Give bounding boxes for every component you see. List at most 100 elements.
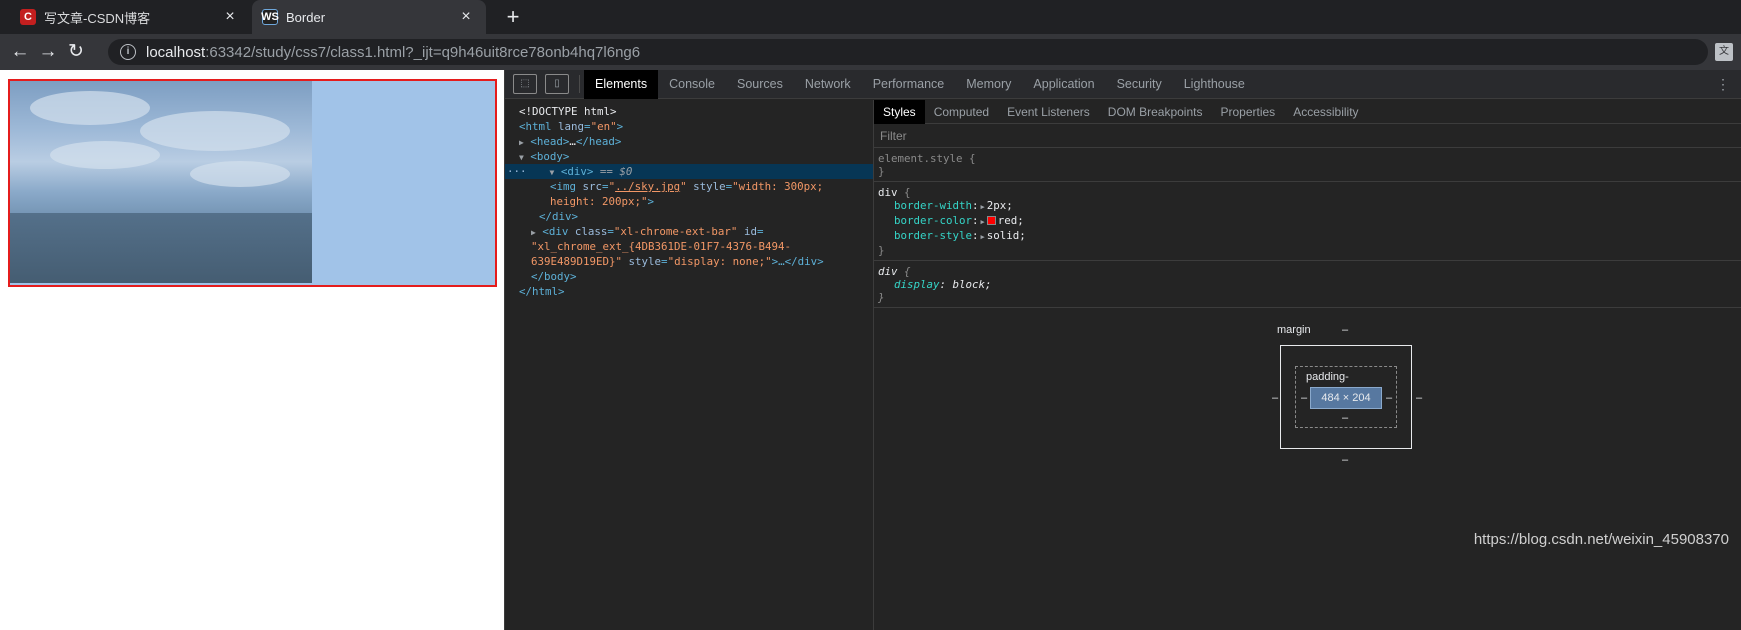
collapse-triangle-icon[interactable]: ▼: [550, 168, 555, 177]
styles-tabbar: Styles Computed Event Listeners DOM Brea…: [874, 99, 1741, 124]
expand-triangle-icon[interactable]: ▶: [981, 203, 985, 211]
close-icon[interactable]: ×: [456, 8, 476, 26]
tab-event-listeners[interactable]: Event Listeners: [998, 100, 1099, 124]
close-icon[interactable]: ×: [220, 8, 240, 26]
attr-value: "xl-chrome-ext-bar": [613, 225, 738, 238]
attr-name: lang: [558, 120, 585, 133]
dom-node-img-cont: height: 200px;">: [505, 194, 873, 209]
tag-text: <div>: [560, 165, 594, 178]
rule-div-ua[interactable]: div { display: block; }: [874, 261, 1741, 308]
tab-network[interactable]: Network: [794, 70, 862, 99]
dom-node-div-close[interactable]: </div>: [505, 209, 873, 224]
expand-triangle-icon[interactable]: ▶: [531, 228, 536, 237]
tab-performance[interactable]: Performance: [862, 70, 956, 99]
dom-node-head[interactable]: ▶ <head>…</head>: [505, 134, 873, 149]
tab-lighthouse[interactable]: Lighthouse: [1173, 70, 1256, 99]
tab-console[interactable]: Console: [658, 70, 726, 99]
margin-label: margin: [1277, 324, 1311, 336]
forward-button[interactable]: →: [36, 41, 60, 63]
padding-right-value[interactable]: –: [1386, 392, 1392, 404]
src-link[interactable]: ../sky.jpg: [615, 180, 680, 193]
tag-text: >…</div>: [771, 255, 824, 268]
css-prop-border-style[interactable]: border-style: ▶ solid;: [878, 229, 1738, 244]
tag-text: <head>: [530, 135, 570, 148]
css-prop-border-color[interactable]: border-color: ▶ red;: [878, 214, 1738, 229]
dollar-zero-text: == $0: [593, 165, 633, 178]
dom-node-body[interactable]: ▼ <body>: [505, 149, 873, 164]
tab-dom-breakpoints[interactable]: DOM Breakpoints: [1099, 100, 1212, 124]
back-button[interactable]: ←: [8, 41, 32, 63]
tab-memory[interactable]: Memory: [955, 70, 1022, 99]
dom-node-div-selected[interactable]: ··· ▼ <div> == $0: [505, 164, 873, 180]
tab-security[interactable]: Security: [1106, 70, 1173, 99]
padding-label: padding-: [1306, 371, 1349, 383]
tag-text: </html>: [519, 285, 565, 298]
margin-bottom-value[interactable]: –: [1342, 454, 1348, 466]
prop-value: red;: [997, 214, 1024, 227]
collapse-triangle-icon[interactable]: ▼: [519, 153, 524, 162]
css-prop-display[interactable]: display: block;: [878, 278, 1738, 291]
rule-selector: element.style {: [878, 152, 976, 165]
cloud-shape: [50, 141, 160, 169]
rule-div-author[interactable]: div { border-width: ▶ 2px; border-color: ▶ r…: [874, 182, 1741, 261]
margin-top-value[interactable]: –: [1342, 324, 1348, 336]
padding-bottom-value[interactable]: –: [1342, 412, 1348, 424]
info-icon[interactable]: i: [120, 44, 136, 60]
styles-filter-input[interactable]: Filter: [874, 124, 1741, 148]
dom-node-ext-div[interactable]: ▶ <div class="xl-chrome-ext-bar" id=: [505, 224, 873, 239]
node-menu-icon[interactable]: ···: [507, 165, 527, 178]
attr-value: "en": [590, 120, 617, 133]
color-swatch-icon[interactable]: [986, 216, 996, 225]
new-tab-button[interactable]: +: [500, 4, 526, 30]
tab-title: Border: [286, 9, 326, 25]
dom-node-doctype[interactable]: <!DOCTYPE html>: [505, 104, 873, 119]
tab-styles[interactable]: Styles: [874, 99, 925, 124]
tag-text: </body>: [531, 270, 577, 283]
dom-node-html-close[interactable]: </html>: [505, 284, 873, 299]
attr-name: style: [628, 255, 662, 268]
more-options-icon[interactable]: ⋮: [1716, 76, 1730, 93]
translate-icon[interactable]: 文: [1715, 43, 1733, 61]
rule-element-style[interactable]: element.style { }: [874, 148, 1741, 182]
tab-application[interactable]: Application: [1022, 70, 1105, 99]
content-size[interactable]: 484 × 204: [1310, 387, 1382, 409]
device-toolbar-icon[interactable]: ▯: [545, 74, 569, 94]
margin-left-value[interactable]: –: [1272, 392, 1278, 404]
attr-value: 639E489D19ED}": [531, 255, 623, 268]
tab-border[interactable]: WS Border ×: [252, 0, 486, 34]
tab-accessibility[interactable]: Accessibility: [1284, 100, 1367, 124]
expand-triangle-icon[interactable]: ▶: [519, 138, 524, 147]
url-host: localhost: [146, 43, 206, 61]
prop-name: border-color: [894, 214, 973, 227]
tab-title: 写文章-CSDN博客: [44, 10, 151, 26]
attr-name: style: [693, 180, 726, 193]
attr-value: "width: 300px;: [732, 180, 824, 193]
margin-right-value[interactable]: –: [1416, 392, 1422, 404]
css-prop-border-width[interactable]: border-width: ▶ 2px;: [878, 199, 1738, 214]
expand-triangle-icon[interactable]: ▶: [981, 218, 985, 226]
tag-text: >: [647, 195, 655, 208]
tab-sources[interactable]: Sources: [726, 70, 794, 99]
browser-toolbar: ← → ↻ i localhost :63342/study/css7/clas…: [0, 34, 1741, 70]
tab-computed[interactable]: Computed: [925, 100, 998, 124]
tab-elements[interactable]: Elements: [584, 69, 659, 99]
watermark-text: https://blog.csdn.net/weixin_45908370: [1473, 531, 1729, 548]
address-bar[interactable]: i localhost :63342/study/css7/class1.htm…: [108, 39, 1708, 65]
padding-left-value[interactable]: –: [1301, 392, 1307, 404]
webstorm-favicon-icon: WS: [261, 9, 279, 25]
rule-selector: div: [878, 265, 898, 278]
expand-triangle-icon[interactable]: ▶: [981, 233, 985, 241]
tab-properties[interactable]: Properties: [1211, 100, 1284, 124]
toolbar-divider: [579, 75, 580, 93]
cloud-shape: [140, 111, 290, 151]
reload-button[interactable]: ↻: [64, 41, 88, 63]
bordered-div: [8, 79, 497, 287]
dom-node-html[interactable]: <html lang="en">: [505, 119, 873, 134]
dom-node-body-close[interactable]: </body>: [505, 269, 873, 284]
rule-selector: div: [878, 186, 898, 199]
dom-node-img[interactable]: <img src="../sky.jpg" style="width: 300p…: [505, 179, 873, 194]
tag-text: </div>: [539, 210, 579, 223]
prop-name: border-width: [894, 199, 973, 212]
tab-csdn[interactable]: C 写文章-CSDN博客 ×: [10, 0, 250, 34]
inspect-element-icon[interactable]: ⬚: [513, 74, 537, 94]
